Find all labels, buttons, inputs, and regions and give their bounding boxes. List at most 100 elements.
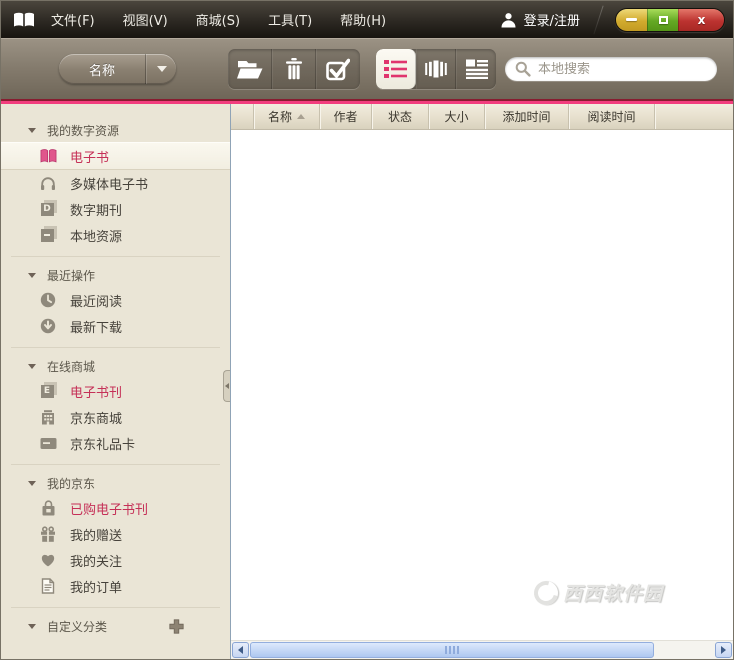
sidebar-section-recent-actions[interactable]: 最近操作 — [1, 263, 230, 287]
add-category-button[interactable] — [169, 619, 184, 634]
main-area: 我的数字资源 电子书 多媒体电子书 D 数字期刊 本地资源 — [1, 104, 733, 659]
journal-d-icon: D — [39, 200, 57, 218]
open-folder-button[interactable] — [228, 49, 272, 89]
column-author[interactable]: 作者 — [319, 104, 371, 129]
sidebar-item-multimedia-ebooks[interactable]: 多媒体电子书 — [1, 170, 230, 196]
watermark-logo-icon — [530, 576, 563, 609]
column-status[interactable]: 状态 — [371, 104, 428, 129]
clock-icon — [39, 291, 57, 309]
gift-icon — [39, 525, 57, 543]
column-read-time[interactable]: 阅读时间 — [568, 104, 654, 129]
scroll-right-button[interactable] — [715, 642, 732, 658]
column-added-time[interactable]: 添加时间 — [484, 104, 568, 129]
menu-file[interactable]: 文件(F) — [49, 7, 97, 32]
sidebar-section-my-digital-resources[interactable]: 我的数字资源 — [1, 118, 230, 142]
collapse-triangle-icon — [28, 128, 36, 133]
sidebar-item-latest-downloads[interactable]: 最新下载 — [1, 313, 230, 339]
journal-e-glyph: E — [41, 385, 54, 398]
list-view-icon — [384, 59, 407, 79]
building-icon — [39, 408, 57, 426]
titlebar-separator — [593, 5, 603, 34]
chevron-down-icon[interactable] — [146, 54, 176, 84]
headphones-icon — [39, 174, 57, 192]
section-title: 自定义分类 — [47, 618, 107, 635]
sidebar-section-custom-categories[interactable]: 自定义分类 — [1, 614, 230, 638]
login-register-button[interactable]: 登录/注册 — [500, 10, 580, 29]
sort-dropdown[interactable]: 名称 — [59, 54, 176, 84]
sidebar-item-label: 我的关注 — [70, 551, 122, 570]
collapse-triangle-icon — [28, 364, 36, 369]
sidebar-item-label: 电子书 — [70, 147, 109, 166]
app-logo-book-icon — [13, 12, 35, 28]
sidebar-collapse-handle[interactable] — [223, 370, 230, 402]
sidebar-item-my-follows[interactable]: 我的关注 — [1, 547, 230, 573]
sidebar-divider — [11, 256, 220, 257]
select-button[interactable] — [316, 49, 360, 89]
list-view-button[interactable] — [376, 49, 416, 89]
detail-view-button[interactable] — [456, 49, 496, 89]
book-list-area: 西西软件园 — [231, 130, 733, 640]
sidebar-section-online-mall[interactable]: 在线商城 — [1, 354, 230, 378]
sidebar-item-ebook-publications[interactable]: E 电子书刊 — [1, 378, 230, 404]
column-label: 名称 — [268, 108, 292, 125]
scrollbar-thumb[interactable] — [250, 642, 654, 658]
search-input[interactable] — [538, 62, 707, 77]
sidebar-item-purchased-ebooks[interactable]: 已购电子书刊 — [1, 495, 230, 521]
table-header: 名称 作者 状态 大小 添加时间 阅读时间 — [231, 104, 733, 130]
sidebar-item-label: 京东礼品卡 — [70, 434, 135, 453]
open-book-icon — [39, 147, 57, 165]
close-button[interactable]: x — [678, 9, 724, 31]
column-size[interactable]: 大小 — [428, 104, 484, 129]
app-window: 文件(F) 视图(V) 商城(S) 工具(T) 帮助(H) 登录/注册 x 名称 — [0, 0, 734, 660]
menu-tools[interactable]: 工具(T) — [266, 7, 314, 32]
local-resource-icon — [39, 226, 57, 244]
minimize-button[interactable] — [616, 9, 647, 31]
view-mode-group — [376, 49, 496, 89]
sidebar-section-my-jd[interactable]: 我的京东 — [1, 471, 230, 495]
sidebar-item-jd-mall[interactable]: 京东商城 — [1, 404, 230, 430]
coverflow-view-button[interactable] — [416, 49, 456, 89]
delete-button[interactable] — [272, 49, 316, 89]
menu-help[interactable]: 帮助(H) — [338, 7, 388, 32]
window-controls: x — [615, 8, 725, 32]
sidebar-item-label: 京东商城 — [70, 408, 122, 427]
sidebar-item-local-resources[interactable]: 本地资源 — [1, 222, 230, 248]
watermark: 西西软件园 — [534, 579, 663, 606]
maximize-button[interactable] — [647, 9, 678, 31]
journal-e-icon: E — [39, 382, 57, 400]
sidebar-item-my-orders[interactable]: 我的订单 — [1, 573, 230, 599]
watermark-text: 西西软件园 — [563, 579, 663, 606]
column-label: 作者 — [333, 108, 357, 125]
gift-card-icon — [39, 434, 57, 452]
user-icon — [500, 12, 517, 28]
sort-dropdown-label: 名称 — [59, 54, 146, 84]
scroll-left-button[interactable] — [232, 642, 249, 658]
column-filler — [654, 104, 733, 129]
menubar: 文件(F) 视图(V) 商城(S) 工具(T) 帮助(H) — [49, 7, 388, 32]
dropdown-arrow-icon — [157, 66, 167, 72]
column-name[interactable]: 名称 — [253, 104, 319, 129]
column-label: 阅读时间 — [587, 108, 635, 125]
sidebar-item-label: 本地资源 — [70, 226, 122, 245]
sidebar-item-digital-journals[interactable]: D 数字期刊 — [1, 196, 230, 222]
document-icon — [39, 577, 57, 595]
journal-d-glyph: D — [41, 203, 54, 216]
login-label: 登录/注册 — [524, 10, 580, 29]
menu-view[interactable]: 视图(V) — [121, 7, 170, 32]
sidebar-item-label: 数字期刊 — [70, 200, 122, 219]
horizontal-scrollbar — [231, 640, 733, 659]
menu-mall[interactable]: 商城(S) — [194, 7, 242, 32]
sidebar-item-ebooks[interactable]: 电子书 — [1, 142, 230, 170]
sidebar-divider — [11, 347, 220, 348]
sidebar-item-my-gifts[interactable]: 我的赠送 — [1, 521, 230, 547]
sidebar: 我的数字资源 电子书 多媒体电子书 D 数字期刊 本地资源 — [1, 104, 231, 659]
scroll-right-arrow-icon — [721, 646, 726, 654]
sidebar-item-recently-read[interactable]: 最近阅读 — [1, 287, 230, 313]
collapse-triangle-icon — [28, 481, 36, 486]
scrollbar-track[interactable] — [655, 642, 714, 658]
sort-asc-icon — [297, 114, 305, 119]
search-box — [505, 57, 717, 81]
sidebar-item-jd-gift-card[interactable]: 京东礼品卡 — [1, 430, 230, 456]
section-title: 最近操作 — [47, 267, 95, 284]
collapse-left-arrow-icon — [225, 383, 229, 389]
